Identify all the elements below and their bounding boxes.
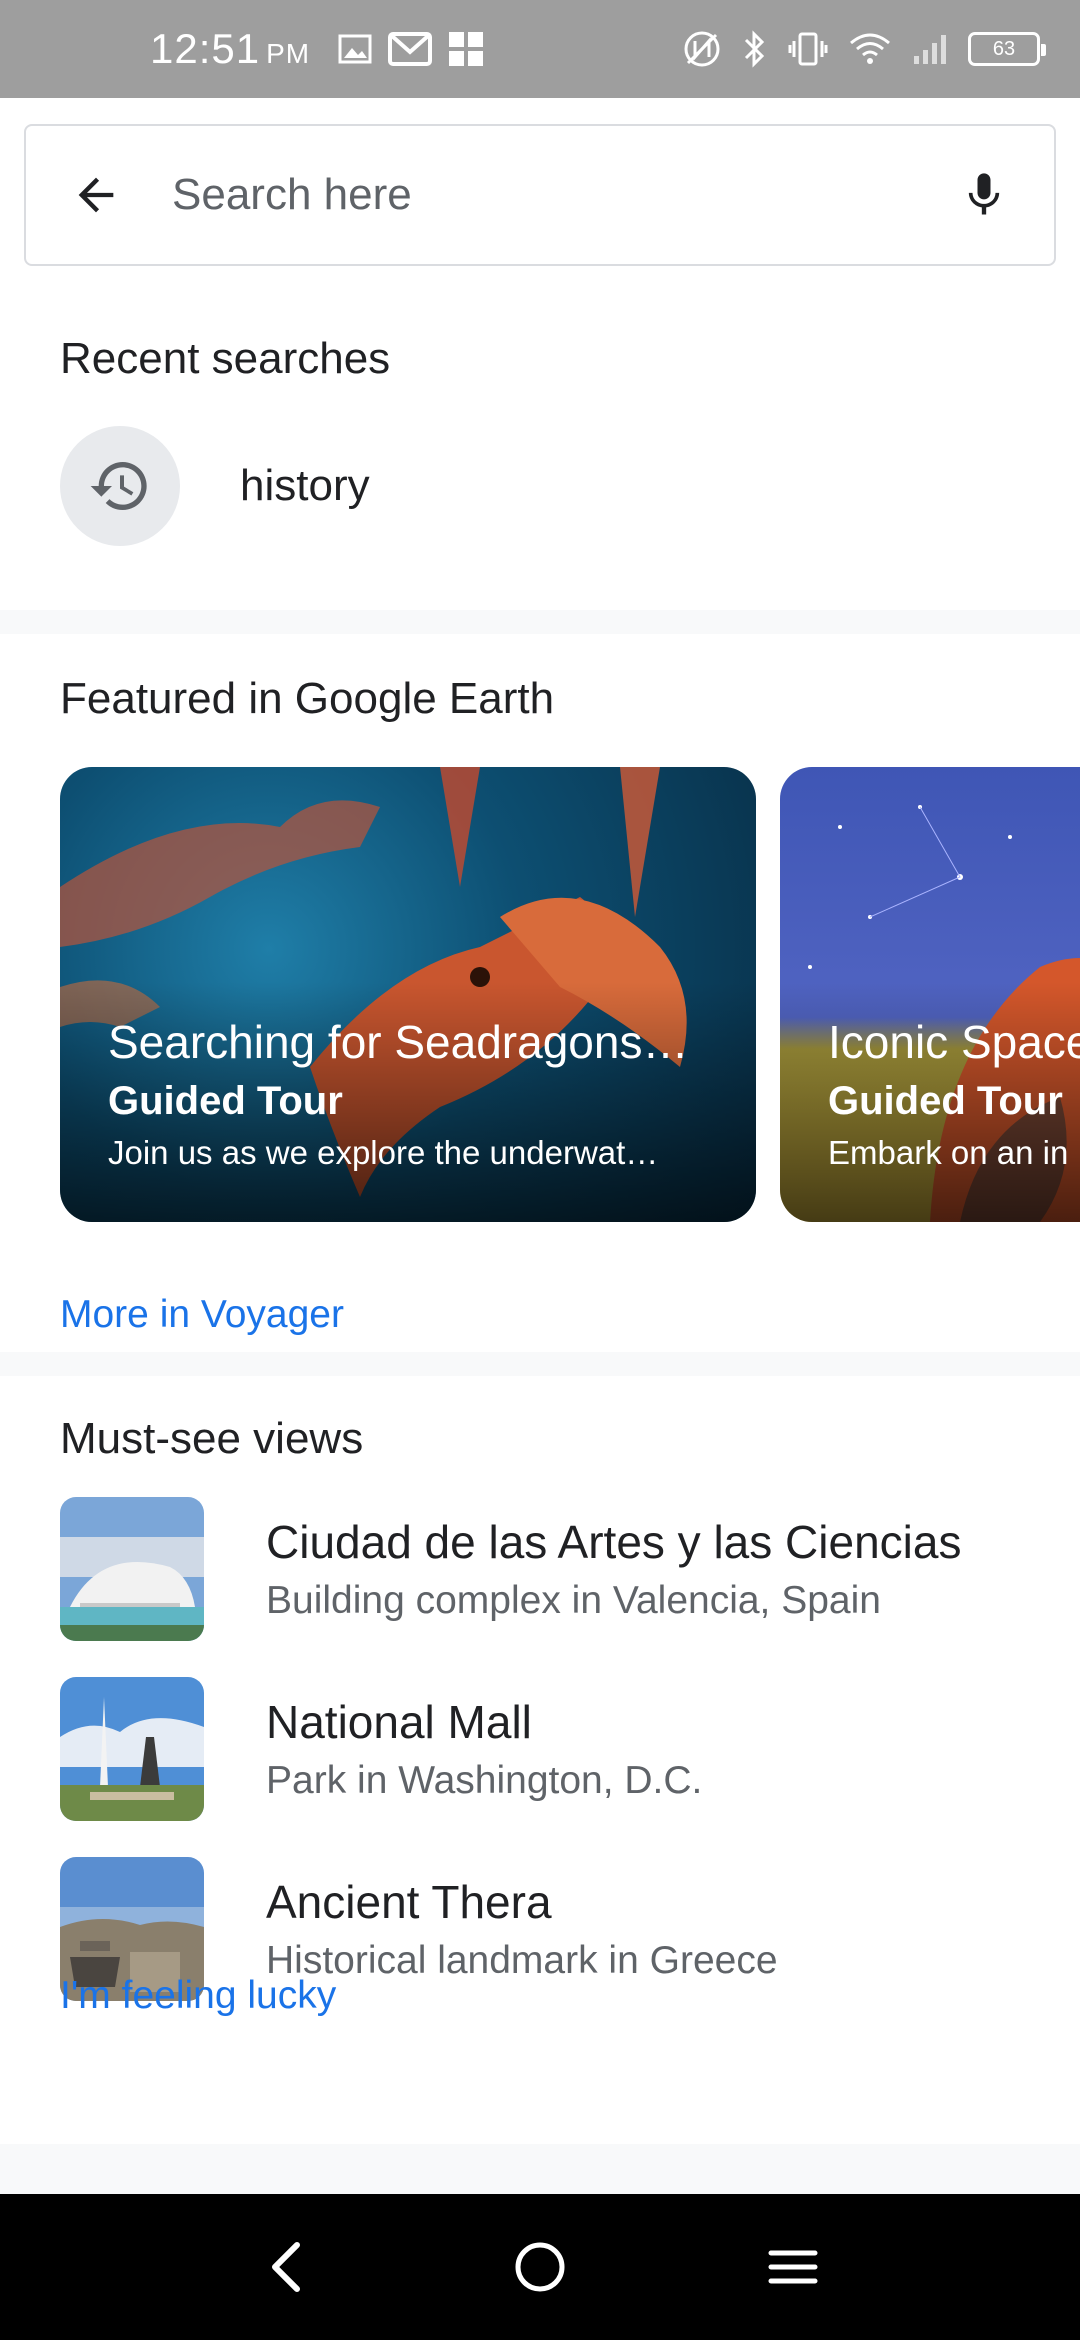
featured-carousel[interactable]: Searching for Seadragons… Guided Tour Jo…	[60, 767, 1080, 1222]
view-item[interactable]: Ciudad de las Artes y las Ciencias Build…	[60, 1497, 961, 1641]
nav-home-icon[interactable]	[500, 2227, 580, 2307]
signal-icon	[912, 32, 948, 66]
search-section: Recent searches history	[0, 98, 1080, 610]
must-see-views-section: Must-see views Ciudad de las Artes y las…	[0, 1376, 1080, 2144]
valencia-thumbnail	[60, 1497, 204, 1641]
nav-menu-icon[interactable]	[753, 2227, 833, 2307]
clock-time: 12:51	[150, 25, 261, 72]
view-name: Ciudad de las Artes y las Ciencias	[266, 1516, 962, 1568]
battery-icon: 63	[968, 32, 1046, 66]
featured-section: Featured in Google Earth Searching for S…	[0, 634, 1080, 1352]
history-icon	[60, 426, 180, 546]
card-description: Embark on an in	[828, 1134, 1069, 1171]
main-content: Recent searches history Featured in Goog…	[0, 98, 1080, 2144]
featured-card[interactable]: Searching for Seadragons… Guided Tour Jo…	[60, 767, 756, 1222]
battery-level: 63	[992, 37, 1016, 60]
apps-grid-icon	[448, 31, 484, 67]
navigation-bar	[0, 2194, 1080, 2340]
gallery-icon	[338, 34, 372, 64]
search-input[interactable]	[172, 170, 954, 220]
card-description: Join us as we explore the underwat…	[108, 1134, 659, 1171]
card-title: Searching for Seadragons…	[108, 1016, 689, 1068]
recent-searches-heading: Recent searches	[60, 334, 391, 383]
status-bar: 12:51 PM 63	[0, 0, 1080, 98]
microphone-icon[interactable]	[954, 165, 1014, 225]
view-name: National Mall	[266, 1696, 532, 1748]
more-in-voyager-link[interactable]: More in Voyager	[60, 1293, 344, 1337]
card-type: Guided Tour	[828, 1079, 1063, 1123]
featured-heading: Featured in Google Earth	[60, 674, 555, 723]
featured-card[interactable]: Iconic Space Guided Tour Embark on an in	[780, 767, 1080, 1222]
card-title: Iconic Space	[828, 1016, 1080, 1068]
must-see-views-heading: Must-see views	[60, 1414, 364, 1463]
view-subtitle: Historical landmark in Greece	[266, 1939, 778, 1982]
clock-ampm: PM	[266, 38, 311, 69]
vibrate-icon	[788, 29, 828, 69]
back-arrow-icon[interactable]	[66, 165, 126, 225]
wifi-icon	[848, 31, 892, 67]
view-item[interactable]: National Mall Park in Washington, D.C.	[60, 1677, 702, 1821]
view-subtitle: Building complex in Valencia, Spain	[266, 1579, 881, 1622]
bluetooth-icon	[742, 29, 768, 69]
nav-back-icon[interactable]	[247, 2227, 327, 2307]
national-mall-thumbnail	[60, 1677, 204, 1821]
view-name: Ancient Thera	[266, 1876, 552, 1928]
feeling-lucky-link[interactable]: I'm feeling lucky	[60, 1974, 336, 2018]
status-time: 12:51 PM	[150, 25, 310, 73]
view-subtitle: Park in Washington, D.C.	[266, 1759, 703, 1802]
recent-search-item[interactable]: history	[60, 426, 1056, 546]
card-type: Guided Tour	[108, 1079, 343, 1123]
recent-search-label: history	[240, 461, 370, 510]
gmail-icon	[388, 32, 433, 66]
search-bar	[24, 124, 1056, 266]
nfc-icon	[682, 29, 722, 69]
